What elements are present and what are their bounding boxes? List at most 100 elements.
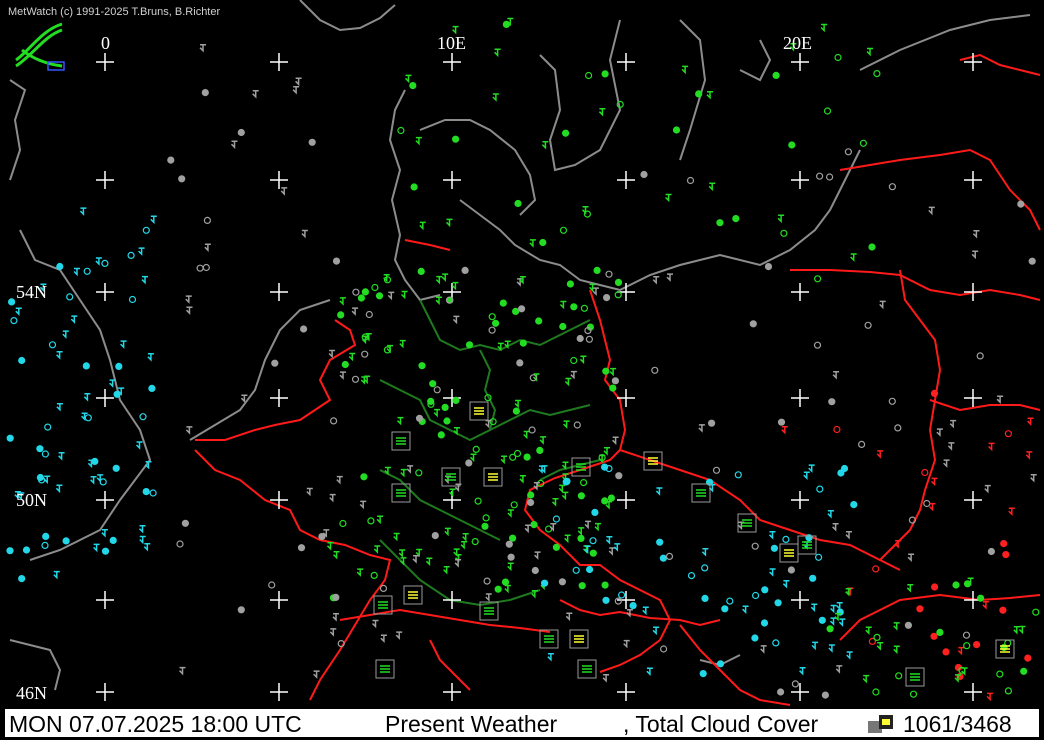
- station-symbol: [780, 229, 788, 237]
- station-symbol: [352, 288, 360, 296]
- station-symbol: [561, 129, 570, 137]
- station-symbol: [398, 549, 406, 558]
- station-symbol: [271, 359, 279, 367]
- station-symbol: [415, 414, 424, 422]
- station-symbol: [859, 139, 868, 147]
- station-symbol: [776, 688, 785, 696]
- station-symbol: [56, 351, 63, 360]
- station-symbol: [768, 531, 776, 540]
- station-symbol: [646, 667, 653, 677]
- station-symbol: [936, 428, 943, 437]
- station-symbol: [923, 499, 931, 508]
- station-symbol: [488, 313, 496, 321]
- station-symbol: [866, 47, 873, 57]
- station-symbol: [199, 43, 206, 53]
- station-symbol: [507, 553, 515, 561]
- station-symbol: [237, 128, 245, 137]
- station-symbol: [143, 542, 151, 552]
- station-symbol: [427, 397, 435, 405]
- station-symbol: [551, 498, 559, 507]
- station-symbol: [15, 307, 22, 317]
- station-symbol: [585, 565, 594, 574]
- station-symbol: [91, 457, 99, 465]
- station-symbol: [142, 488, 150, 496]
- station-box-symbol: [378, 601, 388, 609]
- station-symbol: [501, 578, 510, 586]
- station-symbol: [499, 299, 507, 307]
- station-symbol: [1004, 639, 1012, 647]
- station-symbol: [850, 253, 857, 262]
- station-symbol: [957, 646, 965, 656]
- station-symbol: [10, 317, 18, 325]
- station-symbol: [601, 70, 609, 78]
- station-symbol: [665, 552, 674, 561]
- station-symbol: [930, 583, 939, 591]
- station-symbol: [570, 356, 578, 365]
- station-symbol: [996, 670, 1004, 678]
- station-symbol: [813, 275, 822, 283]
- station-symbol: [41, 450, 50, 458]
- station-symbol: [443, 565, 450, 575]
- station-symbol: [529, 239, 536, 248]
- station-symbol: [787, 566, 796, 574]
- map-window: MetWatch (c) 1991-2025 T.Bruns, B.Richte…: [0, 0, 1044, 740]
- station-symbol: [454, 559, 462, 568]
- station-symbol: [185, 306, 193, 316]
- station-symbol: [930, 389, 939, 397]
- station-symbol: [1025, 451, 1033, 460]
- station-symbol: [552, 543, 561, 551]
- station-symbol: [148, 384, 156, 392]
- station-box-symbol: [488, 473, 498, 481]
- station-symbol: [113, 390, 121, 398]
- station-symbol: [540, 579, 549, 587]
- station-symbol: [751, 634, 759, 642]
- lon-label-0: 0: [101, 33, 110, 53]
- station-symbol: [782, 535, 790, 544]
- station-symbol: [988, 442, 995, 452]
- station-symbol: [577, 534, 585, 543]
- station-symbol: [511, 307, 520, 315]
- station-symbol: [356, 568, 364, 577]
- station-symbol: [834, 53, 842, 62]
- station-symbol: [893, 622, 900, 631]
- station-symbol: [876, 642, 884, 651]
- station-symbol: [365, 310, 373, 319]
- station-symbol: [371, 619, 379, 629]
- station-symbol: [437, 431, 445, 439]
- station-symbol: [375, 292, 384, 300]
- weather-map[interactable]: [0, 0, 1044, 708]
- station-symbol: [607, 494, 616, 502]
- station-box-symbol: [582, 665, 592, 673]
- station-symbol: [339, 519, 347, 528]
- station-box-symbol: [380, 665, 390, 673]
- station-symbol: [1000, 539, 1008, 548]
- station-symbol: [465, 459, 473, 467]
- station-symbol: [984, 484, 991, 494]
- station-symbol: [788, 141, 796, 149]
- station-symbol: [41, 541, 49, 550]
- station-symbol: [451, 281, 459, 291]
- station-symbol: [502, 20, 510, 28]
- station-symbol: [818, 616, 826, 624]
- station-box-symbol: [474, 407, 484, 415]
- station-symbol: [813, 341, 822, 349]
- station-symbol: [833, 425, 841, 434]
- station-symbol: [572, 566, 580, 574]
- station-symbol: [782, 579, 790, 589]
- station-symbol: [777, 418, 786, 426]
- station-symbol: [373, 545, 381, 554]
- station-symbol: [617, 591, 626, 599]
- station-symbol: [301, 229, 308, 239]
- station-symbol: [332, 593, 340, 602]
- station-symbol: [1017, 200, 1025, 208]
- station-symbol: [916, 605, 924, 613]
- station-symbol: [147, 353, 154, 362]
- legend-icon[interactable]: [867, 713, 895, 735]
- station-symbol: [485, 593, 492, 602]
- station-symbol: [441, 403, 449, 411]
- station-symbol: [868, 243, 876, 251]
- station-symbol: [976, 594, 985, 602]
- station-symbol: [561, 491, 569, 501]
- station-symbol: [462, 532, 469, 542]
- station-symbol: [292, 85, 300, 95]
